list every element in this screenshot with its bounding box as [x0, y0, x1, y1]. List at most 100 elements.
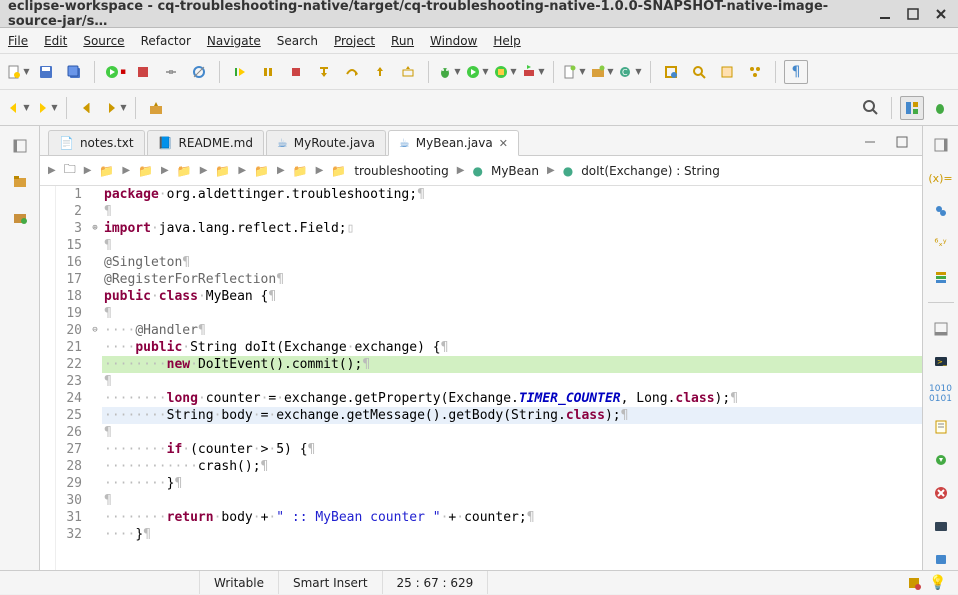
right-view-gutter: (x)= ⁶ₓʸ >_ 10100101 — [922, 126, 958, 570]
restore-right-icon[interactable] — [929, 134, 953, 157]
menu-run[interactable]: Run — [391, 34, 414, 48]
method-icon: ● — [563, 164, 573, 178]
breadcrumb-class[interactable]: MyBean — [491, 164, 539, 178]
disconnect-button[interactable] — [159, 60, 183, 84]
folder-icon[interactable]: 📁 — [254, 164, 269, 178]
toggle-breadcrumb-button[interactable] — [743, 60, 767, 84]
perspective-debug-button[interactable] — [928, 96, 952, 120]
step-into-button[interactable] — [312, 60, 336, 84]
skip-breakpoints-button[interactable] — [187, 60, 211, 84]
folder-icon[interactable]: 📁 — [138, 164, 153, 178]
tab-notes[interactable]: 📄notes.txt — [48, 130, 145, 155]
terminate-button[interactable] — [131, 60, 155, 84]
coverage-button[interactable]: ▼ — [493, 60, 517, 84]
java-file-icon: ☕ — [399, 136, 410, 150]
tab-close-icon[interactable]: ✕ — [499, 137, 508, 150]
status-writable: Writable — [200, 571, 279, 594]
resume-button[interactable] — [228, 60, 252, 84]
quick-access-button[interactable] — [859, 96, 883, 120]
menu-window[interactable]: Window — [430, 34, 477, 48]
pin-button[interactable] — [144, 96, 168, 120]
error-log-icon[interactable] — [929, 481, 953, 504]
save-button[interactable] — [34, 60, 58, 84]
new-class-button[interactable]: C▼ — [618, 60, 642, 84]
outline-icon[interactable] — [929, 265, 953, 288]
run-button[interactable]: ▼ — [465, 60, 489, 84]
menu-edit[interactable]: Edit — [44, 34, 67, 48]
toolbar-nav: ▼ ▼ ▼ — [0, 90, 958, 126]
search-button[interactable] — [687, 60, 711, 84]
step-over-button[interactable] — [340, 60, 364, 84]
breadcrumb: ▶ 🗀 ▶ 📁 ▶ 📁 ▶ 📁 ▶ 📁 ▶ 📁 ▶ 📁 ▶ 📁troublesh… — [40, 156, 922, 186]
type-hierarchy-icon[interactable] — [8, 206, 32, 230]
folder-icon[interactable]: 📁 — [293, 164, 308, 178]
menu-file[interactable]: File — [8, 34, 28, 48]
console-icon[interactable]: >_ — [929, 350, 953, 373]
perspective-java-button[interactable] — [900, 96, 924, 120]
step-return-button[interactable] — [368, 60, 392, 84]
toolbar-main: ▼ ▪ ▼ ▼ ▼ ▼ ▼ ▼ C▼ ¶ — [0, 54, 958, 90]
status-sync-icon[interactable] — [902, 571, 926, 595]
package-explorer-icon[interactable] — [8, 170, 32, 194]
line-number-gutter[interactable]: 123151617181920212223242526272829303132 — [56, 186, 88, 570]
minimize-button[interactable] — [876, 5, 894, 23]
problems-icon[interactable] — [929, 449, 953, 472]
stop-button[interactable] — [284, 60, 308, 84]
variables-icon[interactable]: (x)= — [929, 167, 953, 190]
open-type-button[interactable] — [659, 60, 683, 84]
new-button[interactable]: ▼ — [6, 60, 30, 84]
binary-icon[interactable]: 10100101 — [929, 383, 953, 406]
new-package-button[interactable]: ▼ — [590, 60, 614, 84]
forward-button[interactable]: ▼ — [34, 96, 58, 120]
menu-project[interactable]: Project — [334, 34, 375, 48]
tab-mybean[interactable]: ☕MyBean.java✕ — [388, 130, 519, 156]
maximize-view-icon[interactable] — [890, 130, 914, 154]
code-body[interactable]: package·org.aldettinger.troubleshooting;… — [102, 186, 922, 570]
save-all-button[interactable] — [62, 60, 86, 84]
drop-frame-button[interactable] — [396, 60, 420, 84]
restore-bottom-icon[interactable] — [929, 317, 953, 340]
editor-tabs: 📄notes.txt 📘README.md ☕MyRoute.java ☕MyB… — [40, 126, 922, 156]
folder-icon[interactable]: 📁 — [177, 164, 192, 178]
code-editor[interactable]: 123151617181920212223242526272829303132 … — [40, 186, 922, 570]
class-icon: ● — [472, 164, 482, 178]
toggle-mark-button[interactable] — [715, 60, 739, 84]
restore-left-icon[interactable] — [8, 134, 32, 158]
menu-source[interactable]: Source — [83, 34, 124, 48]
run-last-button[interactable]: ▪ — [103, 60, 127, 84]
menu-refactor[interactable]: Refactor — [141, 34, 191, 48]
debug-button[interactable]: ▼ — [437, 60, 461, 84]
chevron-icon[interactable]: ▶ — [48, 165, 56, 176]
maximize-button[interactable] — [904, 5, 922, 23]
folder-icon[interactable]: 📁 — [215, 164, 230, 178]
status-insert: Smart Insert — [279, 571, 383, 594]
folder-icon[interactable]: 📁 — [331, 164, 346, 178]
breadcrumb-package[interactable]: troubleshooting — [354, 164, 448, 178]
next-annotation-button[interactable]: ▼ — [103, 96, 127, 120]
breakpoints-icon[interactable] — [929, 200, 953, 223]
titlebar: eclipse-workspace - cq-troubleshooting-n… — [0, 0, 958, 28]
menu-help[interactable]: Help — [493, 34, 520, 48]
back-button[interactable]: ▼ — [6, 96, 30, 120]
last-edit-button[interactable] — [75, 96, 99, 120]
tasks-icon[interactable] — [929, 416, 953, 439]
terminal-icon[interactable] — [929, 547, 953, 570]
tab-myroute[interactable]: ☕MyRoute.java — [266, 130, 386, 155]
menu-search[interactable]: Search — [277, 34, 318, 48]
fold-gutter[interactable]: ⊕⊖ — [88, 186, 102, 570]
external-tools-button[interactable]: ▼ — [521, 60, 545, 84]
pilcrow-button[interactable]: ¶ — [784, 60, 808, 84]
folder-icon[interactable]: 📁 — [99, 164, 114, 178]
breadcrumb-method[interactable]: doIt(Exchange) : String — [581, 164, 720, 178]
project-icon[interactable]: 🗀 — [64, 160, 76, 181]
menu-navigate[interactable]: Navigate — [207, 34, 261, 48]
minimize-view-icon[interactable] — [858, 130, 882, 154]
tab-readme[interactable]: 📘README.md — [147, 130, 264, 155]
new-java-button[interactable]: ▼ — [562, 60, 586, 84]
expressions-icon[interactable]: ⁶ₓʸ — [929, 233, 953, 256]
suspend-button[interactable] — [256, 60, 280, 84]
annotation-gutter[interactable] — [40, 186, 56, 570]
close-button[interactable] — [932, 5, 950, 23]
tip-icon[interactable]: 💡 — [926, 571, 950, 595]
debug-shell-icon[interactable] — [929, 514, 953, 537]
